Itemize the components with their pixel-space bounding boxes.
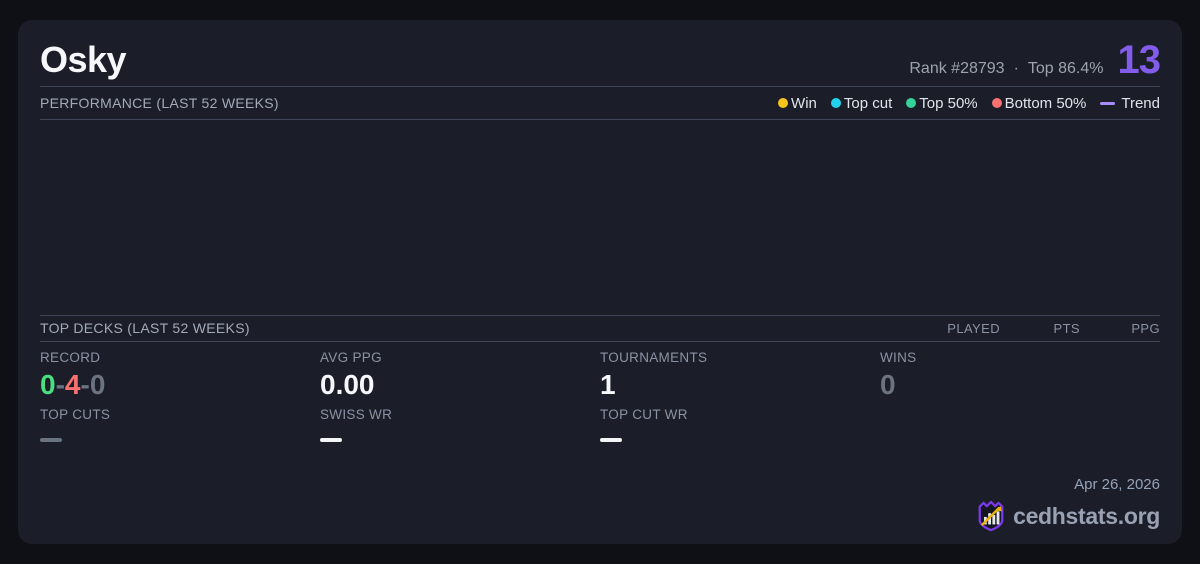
wins-value: 0 bbox=[880, 368, 896, 400]
record-label: RECORD bbox=[40, 349, 101, 365]
tournaments-label: TOURNAMENTS bbox=[600, 349, 708, 365]
performance-chart-area bbox=[40, 120, 1160, 315]
top-cut-wr-label: TOP CUT WR bbox=[600, 406, 688, 422]
performance-header: PERFORMANCE (LAST 52 WEEKS) Win Top cut … bbox=[40, 87, 1160, 119]
card-footer: Apr 26, 2026 cedhstats.org bbox=[976, 476, 1160, 532]
top-decks-header: TOP DECKS (LAST 52 WEEKS) PLAYED PTS PPG bbox=[40, 316, 1160, 341]
top-cuts-empty-dash bbox=[40, 437, 62, 442]
legend-label: Top cut bbox=[843, 94, 893, 112]
top-percent-text: Top 86.4% bbox=[1027, 60, 1104, 77]
rank-text: Rank #28793 bbox=[909, 60, 1005, 77]
stat-avg-ppg: AVG PPG 0.00 SWISS WR bbox=[320, 350, 600, 545]
stat-record: RECORD 0-4-0 TOP CUTS bbox=[40, 350, 320, 545]
legend-label: Trend bbox=[1121, 94, 1160, 112]
brand-row: cedhstats.org bbox=[976, 500, 1160, 532]
column-header-ppg: PPG bbox=[1131, 320, 1160, 336]
record-wins: 0 bbox=[40, 368, 56, 400]
legend-label: Win bbox=[791, 94, 817, 112]
legend-label: Bottom 50% bbox=[1004, 94, 1087, 112]
top-decks-columns: PLAYED PTS PPG bbox=[940, 321, 1160, 336]
record-losses: 4 bbox=[64, 368, 81, 400]
swiss-wr-empty-dash bbox=[320, 437, 342, 442]
page-title: Osky bbox=[40, 39, 127, 80]
stat-tournaments: TOURNAMENTS 1 TOP CUT WR bbox=[600, 350, 880, 545]
rank-separator: · bbox=[1013, 60, 1019, 77]
record-value: 0-4-0 bbox=[40, 368, 106, 400]
date-text: Apr 26, 2026 bbox=[1074, 476, 1160, 493]
chart-legend: Win Top cut Top 50% Bottom 50% Trend bbox=[778, 95, 1160, 112]
bottom-50-dot-icon bbox=[991, 98, 1002, 108]
player-stats-card: Osky Rank #28793 · Top 86.4% 13 PERFORMA… bbox=[18, 20, 1182, 544]
cedhstats-logo-icon bbox=[978, 500, 1004, 532]
tournaments-value: 1 bbox=[600, 368, 616, 400]
top-cut-dot-icon bbox=[830, 98, 841, 108]
win-dot-icon bbox=[778, 98, 789, 108]
column-header-pts: PTS bbox=[1053, 320, 1080, 336]
score-value: 13 bbox=[1117, 38, 1161, 82]
column-header-played: PLAYED bbox=[947, 320, 1000, 336]
trend-line-icon bbox=[1100, 101, 1116, 105]
legend-item-trend: Trend bbox=[1100, 95, 1160, 112]
top-cuts-label: TOP CUTS bbox=[40, 406, 111, 422]
avg-ppg-label: AVG PPG bbox=[320, 349, 382, 365]
swiss-wr-label: SWISS WR bbox=[320, 406, 393, 422]
card-header: Osky Rank #28793 · Top 86.4% 13 bbox=[40, 38, 1161, 86]
top-cut-wr-empty-dash bbox=[600, 437, 622, 442]
top-50-dot-icon bbox=[906, 98, 917, 108]
legend-item-bottom-50: Bottom 50% bbox=[991, 94, 1087, 112]
wins-label: WINS bbox=[880, 349, 917, 365]
legend-item-win: Win bbox=[778, 95, 817, 112]
legend-label: Top 50% bbox=[919, 94, 978, 112]
site-name: cedhstats.org bbox=[1013, 502, 1160, 529]
header-rank-group: Rank #28793 · Top 86.4% 13 bbox=[909, 38, 1161, 82]
avg-ppg-value: 0.00 bbox=[320, 368, 375, 400]
performance-title: PERFORMANCE (LAST 52 WEEKS) bbox=[40, 95, 279, 111]
legend-item-top-cut: Top cut bbox=[830, 94, 893, 112]
rank-line: Rank #28793 · Top 86.4% bbox=[909, 60, 1103, 78]
record-draws: 0 bbox=[89, 368, 106, 400]
legend-item-top-50: Top 50% bbox=[906, 94, 978, 112]
top-decks-title: TOP DECKS (LAST 52 WEEKS) bbox=[40, 320, 250, 336]
